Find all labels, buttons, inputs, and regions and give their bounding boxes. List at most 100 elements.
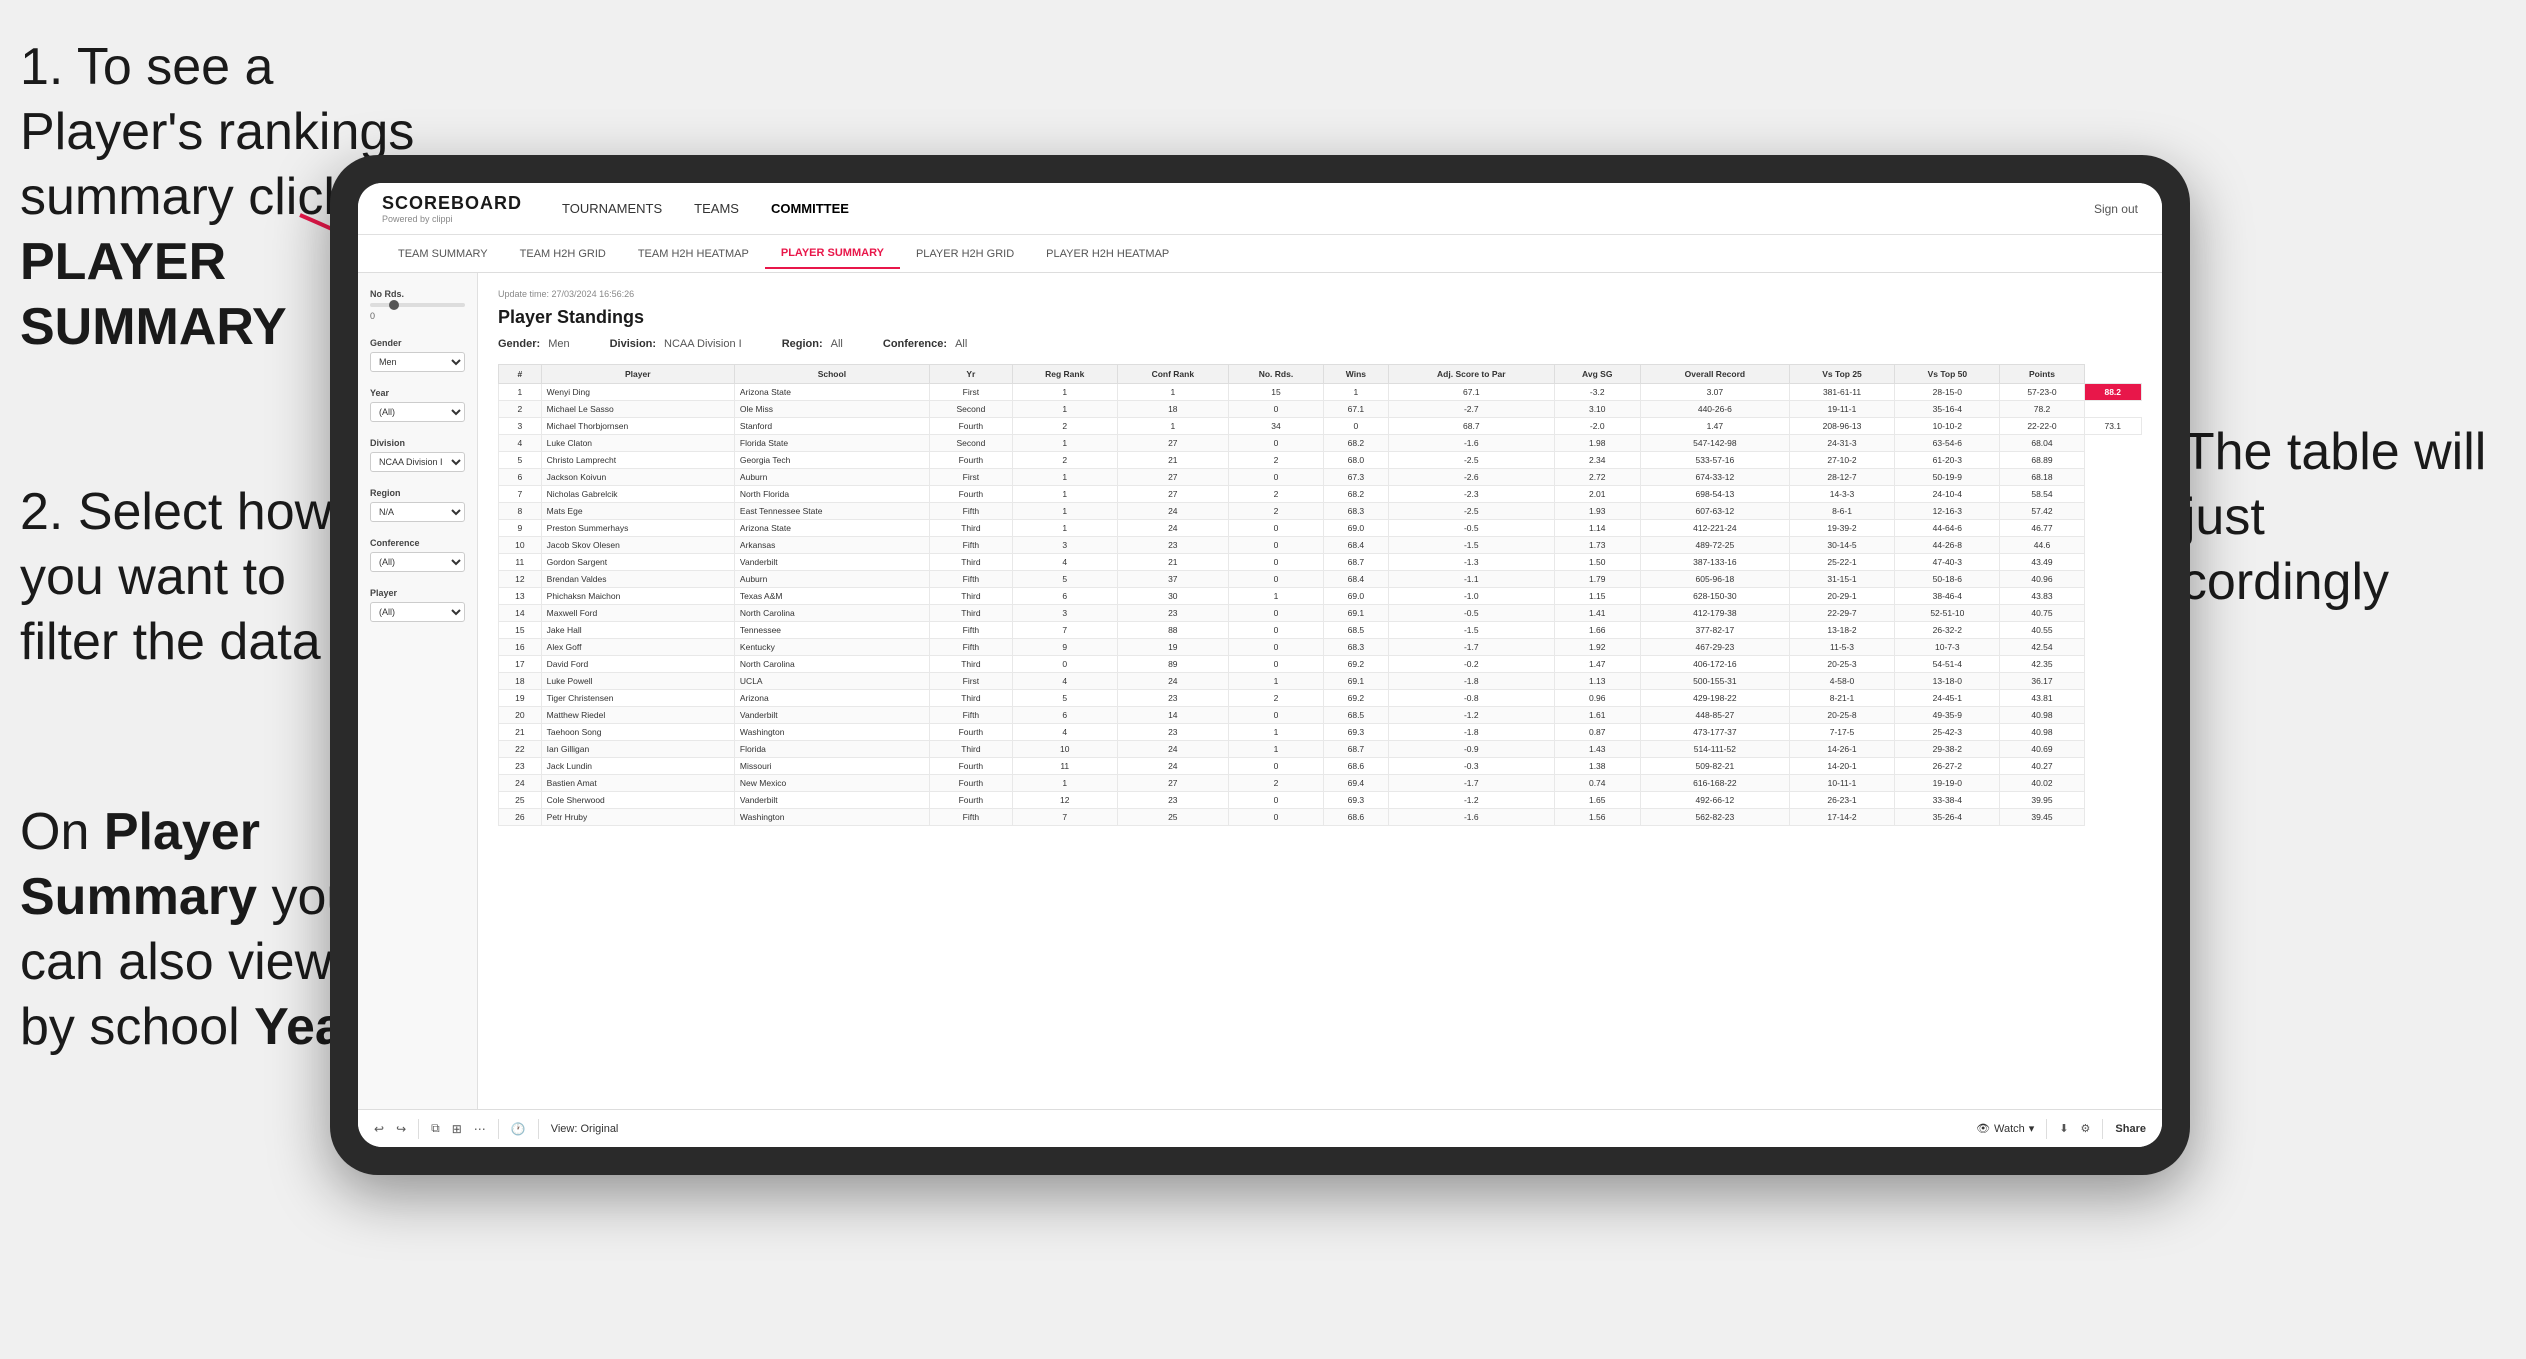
- table-row: 10Jacob Skov OlesenArkansasFifth323068.4…: [499, 537, 2142, 554]
- no-rds-slider[interactable]: [370, 303, 465, 307]
- col-adj-score: Adj. Score to Par: [1388, 365, 1554, 384]
- no-rds-section: No Rds. 0: [370, 289, 465, 322]
- clock-button[interactable]: 🕐: [511, 1122, 526, 1136]
- col-wins: Wins: [1323, 365, 1388, 384]
- main-content: No Rds. 0 Gender Men Year (All): [358, 273, 2162, 1109]
- filter-row: Gender: Men Division: NCAA Division I Re…: [498, 338, 2142, 350]
- table-row: 11Gordon SargentVanderbiltThird421068.7-…: [499, 554, 2142, 571]
- year-section: Year (All): [370, 388, 465, 422]
- paste-button[interactable]: ⊞: [452, 1122, 462, 1136]
- section-title: Player Standings: [498, 307, 2142, 328]
- table-row: 19Tiger ChristensenArizonaThird523269.2-…: [499, 690, 2142, 707]
- left-sidebar: No Rds. 0 Gender Men Year (All): [358, 273, 478, 1109]
- watch-button[interactable]: 👁 Watch ▾: [1976, 1122, 2034, 1135]
- table-row: 14Maxwell FordNorth CarolinaThird323069.…: [499, 605, 2142, 622]
- undo-button[interactable]: ↩: [374, 1122, 384, 1136]
- col-avg-sg: Avg SG: [1554, 365, 1640, 384]
- toolbar-separator-1: [418, 1119, 419, 1139]
- table-row: 8Mats EgeEast Tennessee StateFifth124268…: [499, 503, 2142, 520]
- table-row: 24Bastien AmatNew MexicoFourth127269.4-1…: [499, 775, 2142, 792]
- player-standings-table: # Player School Yr Reg Rank Conf Rank No…: [498, 364, 2142, 826]
- no-rds-slider-thumb: [389, 300, 399, 310]
- table-row: 6Jackson KoivunAuburnFirst127067.3-2.62.…: [499, 469, 2142, 486]
- toolbar-right: 👁 Watch ▾ ⬇ ⚙ Share: [1976, 1119, 2146, 1139]
- table-row: 5Christo LamprechtGeorgia TechFourth2212…: [499, 452, 2142, 469]
- bottom-toolbar: ↩ ↪ ⧉ ⊞ ⋯ 🕐 View: Original 👁 Watch ▾ ⬇ ⚙…: [358, 1109, 2162, 1147]
- filter-conference: Conference: All: [883, 338, 967, 350]
- view-label: View: Original: [551, 1123, 619, 1135]
- table-row: 20Matthew RiedelVanderbiltFifth614068.5-…: [499, 707, 2142, 724]
- app-header: SCOREBOARD Powered by clippi TOURNAMENTS…: [358, 183, 2162, 235]
- logo-text: SCOREBOARD: [382, 193, 522, 214]
- table-row: 7Nicholas GabrelcikNorth FloridaFourth12…: [499, 486, 2142, 503]
- col-vs-top50: Vs Top 50: [1895, 365, 2000, 384]
- more-button[interactable]: ⋯: [474, 1122, 486, 1136]
- col-player: Player: [541, 365, 734, 384]
- conference-section: Conference (All): [370, 538, 465, 572]
- filter-gender: Gender: Men: [498, 338, 570, 350]
- tablet-screen: SCOREBOARD Powered by clippi TOURNAMENTS…: [358, 183, 2162, 1147]
- col-conf-rank: Conf Rank: [1117, 365, 1229, 384]
- table-row: 26Petr HrubyWashingtonFifth725068.6-1.61…: [499, 809, 2142, 826]
- col-yr: Yr: [929, 365, 1012, 384]
- player-select[interactable]: (All): [370, 602, 465, 622]
- toolbar-separator-5: [2102, 1119, 2103, 1139]
- settings-button[interactable]: ⚙: [2081, 1122, 2091, 1135]
- conference-label: Conference: [370, 538, 465, 548]
- sub-nav-team-summary[interactable]: TEAM SUMMARY: [382, 240, 504, 268]
- col-overall-record: Overall Record: [1640, 365, 1789, 384]
- table-row: 23Jack LundinMissouriFourth1124068.6-0.3…: [499, 758, 2142, 775]
- copy-button[interactable]: ⧉: [431, 1121, 440, 1136]
- col-no-rds: No. Rds.: [1229, 365, 1324, 384]
- sub-nav-team-h2h-heatmap[interactable]: TEAM H2H HEATMAP: [622, 240, 765, 268]
- nav-committee[interactable]: COMMITTEE: [771, 197, 849, 220]
- filter-division: Division: NCAA Division I: [610, 338, 742, 350]
- sub-nav-player-h2h-heatmap[interactable]: PLAYER H2H HEATMAP: [1030, 240, 1185, 268]
- table-row: 12Brendan ValdesAuburnFifth537068.4-1.11…: [499, 571, 2142, 588]
- region-select[interactable]: N/A: [370, 502, 465, 522]
- conference-select[interactable]: (All): [370, 552, 465, 572]
- table-row: 22Ian GilliganFloridaThird1024168.7-0.91…: [499, 741, 2142, 758]
- table-row: 21Taehoon SongWashingtonFourth423169.3-1…: [499, 724, 2142, 741]
- table-row: 9Preston SummerhaysArizona StateThird124…: [499, 520, 2142, 537]
- division-select[interactable]: NCAA Division I: [370, 452, 465, 472]
- sub-nav-player-summary[interactable]: PLAYER SUMMARY: [765, 239, 900, 269]
- table-row: 3Michael ThorbjornsenStanfordFourth21340…: [499, 418, 2142, 435]
- toolbar-separator-2: [498, 1119, 499, 1139]
- table-row: 2Michael Le SassoOle MissSecond118067.1-…: [499, 401, 2142, 418]
- redo-button[interactable]: ↪: [396, 1122, 406, 1136]
- sign-out-link[interactable]: Sign out: [2094, 202, 2138, 216]
- table-row: 18Luke PowellUCLAFirst424169.1-1.81.1350…: [499, 673, 2142, 690]
- table-row: 15Jake HallTennesseeFifth788068.5-1.51.6…: [499, 622, 2142, 639]
- no-rds-label: No Rds.: [370, 289, 465, 299]
- col-vs-top25: Vs Top 25: [1789, 365, 1894, 384]
- region-section: Region N/A: [370, 488, 465, 522]
- col-points: Points: [2000, 365, 2084, 384]
- sub-nav-player-h2h-grid[interactable]: PLAYER H2H GRID: [900, 240, 1030, 268]
- logo-sub: Powered by clippi: [382, 214, 522, 224]
- sub-nav-team-h2h-grid[interactable]: TEAM H2H GRID: [504, 240, 622, 268]
- gender-section: Gender Men: [370, 338, 465, 372]
- player-label: Player: [370, 588, 465, 598]
- region-label: Region: [370, 488, 465, 498]
- year-select[interactable]: (All): [370, 402, 465, 422]
- sub-nav: TEAM SUMMARY TEAM H2H GRID TEAM H2H HEAT…: [358, 235, 2162, 273]
- table-row: 17David FordNorth CarolinaThird089069.2-…: [499, 656, 2142, 673]
- gender-label: Gender: [370, 338, 465, 348]
- nav-items: TOURNAMENTS TEAMS COMMITTEE: [562, 197, 2094, 220]
- export-button[interactable]: ⬇: [2059, 1122, 2068, 1135]
- nav-teams[interactable]: TEAMS: [694, 197, 739, 220]
- year-label: Year: [370, 388, 465, 398]
- share-button[interactable]: Share: [2115, 1123, 2146, 1135]
- table-row: 13Phichaksn MaichonTexas A&MThird630169.…: [499, 588, 2142, 605]
- nav-tournaments[interactable]: TOURNAMENTS: [562, 197, 662, 220]
- logo-area: SCOREBOARD Powered by clippi: [382, 193, 522, 224]
- division-section: Division NCAA Division I: [370, 438, 465, 472]
- table-row: 1Wenyi DingArizona StateFirst1115167.1-3…: [499, 384, 2142, 401]
- col-rank: #: [499, 365, 542, 384]
- table-row: 16Alex GoffKentuckyFifth919068.3-1.71.92…: [499, 639, 2142, 656]
- gender-select[interactable]: Men: [370, 352, 465, 372]
- toolbar-separator-3: [538, 1119, 539, 1139]
- update-time: Update time: 27/03/2024 16:56:26: [498, 289, 2142, 299]
- filter-region: Region: All: [782, 338, 843, 350]
